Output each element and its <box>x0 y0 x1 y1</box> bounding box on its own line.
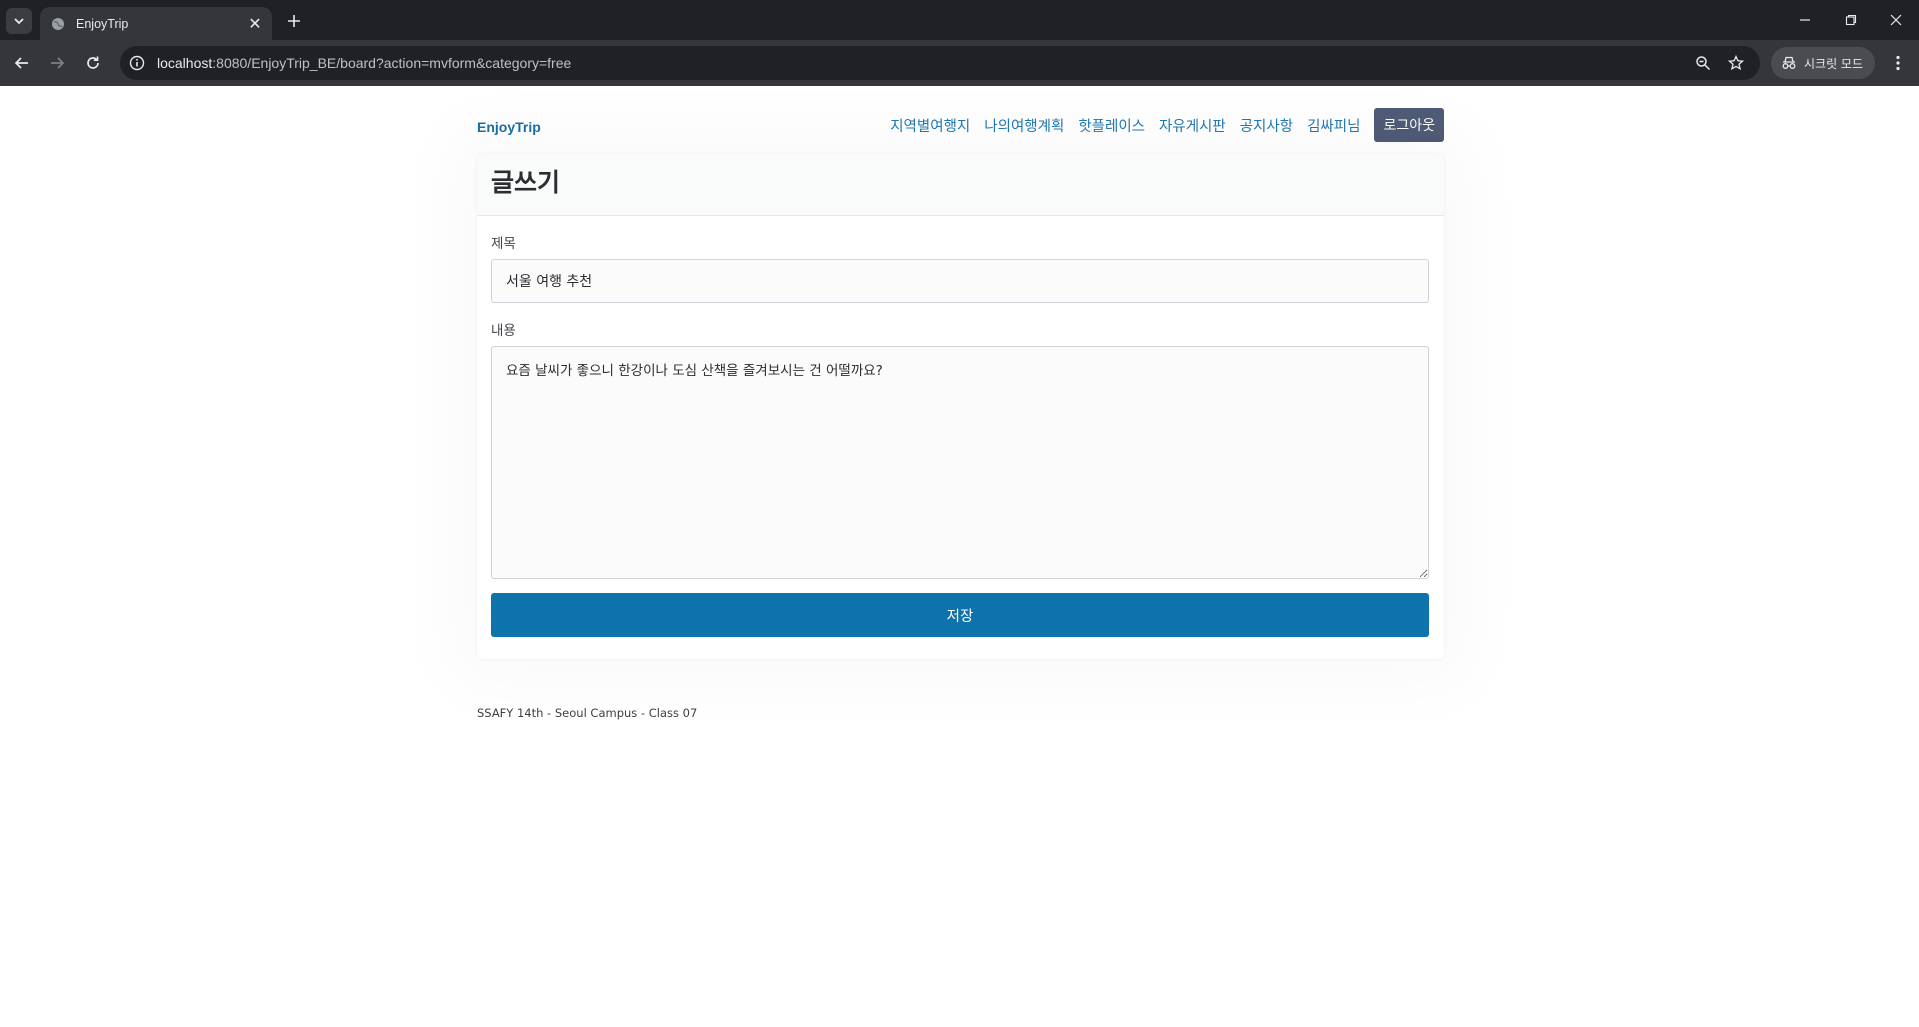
globe-icon <box>50 16 66 32</box>
tab-search-button[interactable] <box>6 8 32 34</box>
nav-link-free-board[interactable]: 자유게시판 <box>1159 115 1226 136</box>
nav-link-notices[interactable]: 공지사항 <box>1240 115 1293 136</box>
card-header: 글쓰기 <box>477 154 1444 216</box>
restore-button[interactable] <box>1828 0 1874 40</box>
back-button[interactable] <box>8 49 36 77</box>
plus-icon <box>288 15 300 27</box>
zoom-icon[interactable] <box>1689 49 1717 77</box>
address-bar[interactable]: localhost:8080/EnjoyTrip_BE/board?action… <box>120 46 1760 80</box>
browser-tab[interactable]: EnjoyTrip ✕ <box>40 7 272 40</box>
reload-icon <box>87 56 99 69</box>
main-container: EnjoyTrip 지역별여행지 나의여행계획 핫플레이스 자유게시판 공지사항… <box>477 86 1444 720</box>
brand-link[interactable]: EnjoyTrip <box>477 119 541 135</box>
more-vertical-icon <box>1896 55 1900 71</box>
close-icon <box>1890 14 1902 26</box>
footer-text: SSAFY 14th - Seoul Campus - Class 07 <box>477 706 698 720</box>
site-info-icon[interactable] <box>123 49 151 77</box>
browser-menu-button[interactable] <box>1884 49 1912 77</box>
incognito-label: 시크릿 모드 <box>1804 56 1864 71</box>
nav-link-user-profile[interactable]: 김싸피님 <box>1307 115 1360 136</box>
incognito-badge[interactable]: 시크릿 모드 <box>1771 47 1875 79</box>
nav-link-my-trip-plan[interactable]: 나의여행계획 <box>984 115 1064 136</box>
arrow-right-icon <box>51 57 65 69</box>
arrow-left-icon <box>14 57 28 69</box>
site-navbar: EnjoyTrip 지역별여행지 나의여행계획 핫플레이스 자유게시판 공지사항… <box>477 86 1444 154</box>
close-window-button[interactable] <box>1873 0 1919 40</box>
nav-link-hot-places[interactable]: 핫플레이스 <box>1078 115 1145 136</box>
title-label: 제목 <box>491 236 516 252</box>
restore-icon <box>1845 14 1857 26</box>
tab-title: EnjoyTrip <box>76 16 129 31</box>
save-button[interactable]: 저장 <box>491 593 1429 637</box>
logout-button[interactable]: 로그아웃 <box>1374 108 1444 142</box>
url-text: localhost:8080/EnjoyTrip_BE/board?action… <box>157 55 572 71</box>
browser-tabstrip: EnjoyTrip ✕ <box>0 0 1919 40</box>
browser-toolbar: localhost:8080/EnjoyTrip_BE/board?action… <box>0 40 1919 86</box>
page: EnjoyTrip 지역별여행지 나의여행계획 핫플레이스 자유게시판 공지사항… <box>0 86 1919 1027</box>
minimize-button[interactable] <box>1782 0 1828 40</box>
incognito-icon <box>1782 56 1796 69</box>
reload-button[interactable] <box>79 49 107 77</box>
card-body: 제목 내용 요즘 날씨가 좋으니 한강이나 도심 산책을 즐겨보시는 건 어떨까… <box>477 216 1444 637</box>
write-form-card: 글쓰기 제목 내용 요즘 날씨가 좋으니 한강이나 도심 산책을 즐겨보시는 건… <box>477 154 1444 659</box>
title-input[interactable] <box>491 259 1429 303</box>
close-tab-icon[interactable]: ✕ <box>244 13 266 35</box>
nav-link-regional-destinations[interactable]: 지역별여행지 <box>890 115 970 136</box>
new-tab-button[interactable] <box>281 8 307 34</box>
page-title: 글쓰기 <box>491 168 561 197</box>
chevron-down-icon <box>14 18 24 25</box>
content-textarea[interactable]: 요즘 날씨가 좋으니 한강이나 도심 산책을 즐겨보시는 건 어떨까요? <box>491 346 1429 579</box>
nav-links: 지역별여행지 나의여행계획 핫플레이스 자유게시판 공지사항 김싸피님 로그아웃 <box>876 108 1444 142</box>
forward-button[interactable] <box>43 49 71 77</box>
minimize-icon <box>1800 19 1810 21</box>
bookmark-star-icon[interactable] <box>1722 49 1750 77</box>
content-label: 내용 <box>491 323 516 339</box>
